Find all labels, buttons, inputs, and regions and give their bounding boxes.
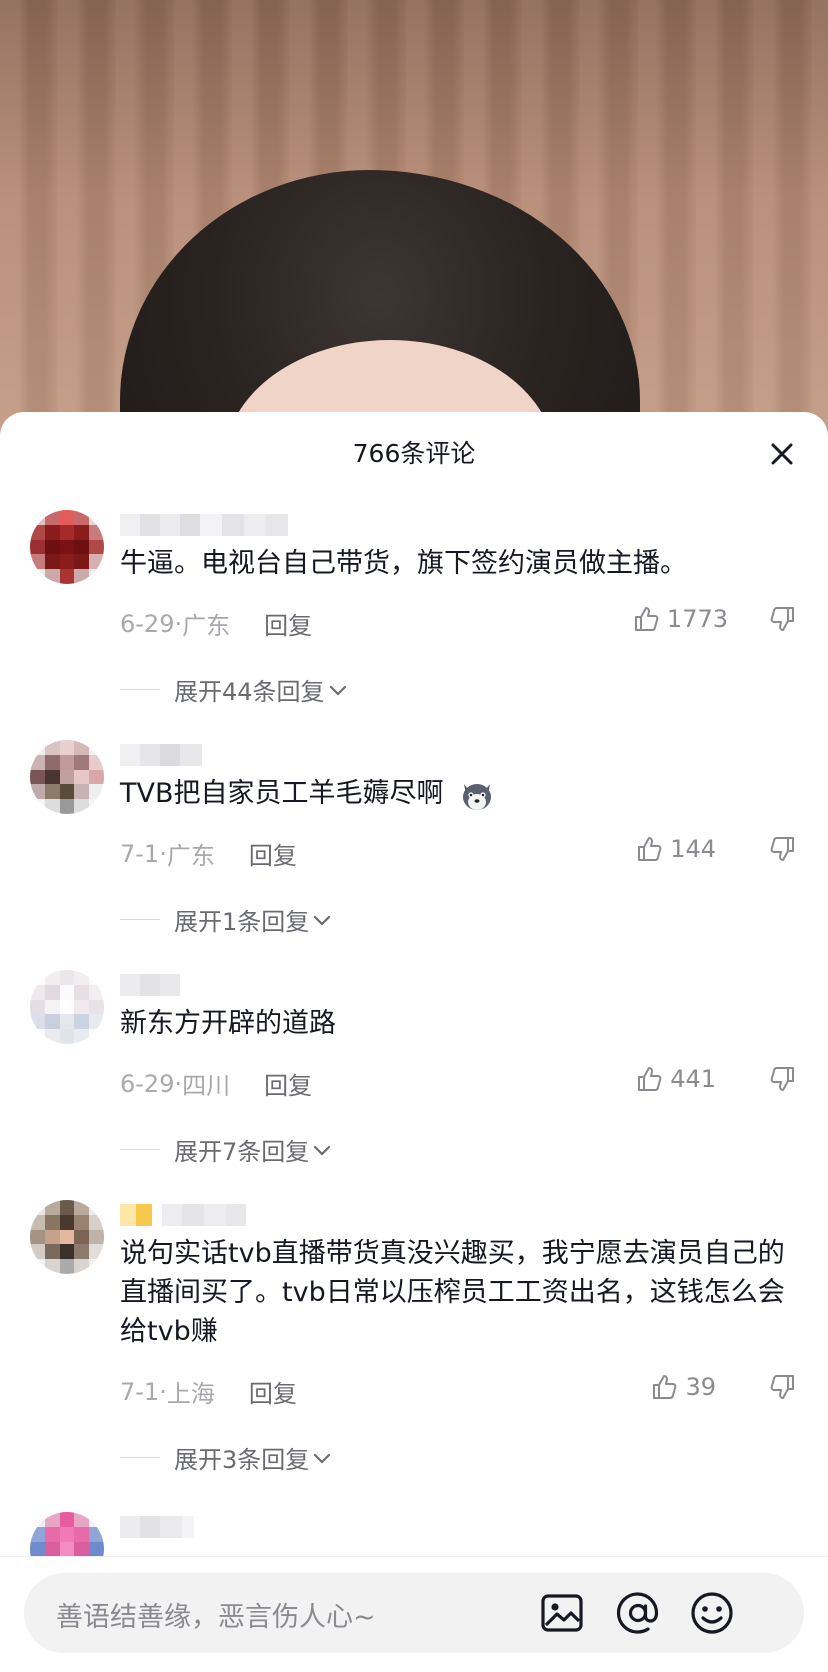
- reply-button[interactable]: 回复: [264, 606, 312, 641]
- image-button[interactable]: [538, 1589, 586, 1637]
- username-blurred[interactable]: [120, 1516, 194, 1538]
- username-blurred[interactable]: [120, 1204, 246, 1226]
- meta-separator: ·: [159, 1377, 167, 1406]
- mention-button[interactable]: [614, 1589, 662, 1637]
- comment-text: TVB把自家员工羊毛薅尽啊: [120, 774, 790, 814]
- like-count: 441: [670, 1065, 716, 1093]
- meta-separator: ·: [174, 1069, 183, 1098]
- like-count: 1773: [666, 605, 728, 633]
- dislike-icon: [770, 607, 794, 631]
- comment-date: 7-1: [120, 839, 160, 868]
- divider-line: [120, 1457, 160, 1458]
- like-icon: [634, 607, 659, 631]
- husky-emoji-icon: [458, 776, 496, 814]
- username-blurred[interactable]: [120, 744, 202, 766]
- avatar[interactable]: [30, 970, 104, 1044]
- chevron-down-icon: [329, 685, 346, 696]
- comment-text: 牛逼。电视台自己带货，旗下签约演员做主播。: [120, 548, 687, 579]
- chevron-down-icon: [314, 915, 331, 926]
- comment-location: 上海: [166, 1380, 215, 1408]
- reply-button[interactable]: 回复: [264, 1066, 312, 1101]
- expand-replies-button[interactable]: 展开7条回复: [120, 1132, 333, 1167]
- emoji-icon: [691, 1592, 733, 1634]
- like-button[interactable]: 39: [649, 1372, 716, 1402]
- sheet-header: 766条评论: [0, 412, 828, 492]
- meta-separator: ·: [159, 839, 167, 868]
- close-icon: [771, 443, 793, 465]
- comment-date: 6-29: [120, 1069, 175, 1098]
- chevron-down-icon: [314, 1453, 331, 1464]
- username-blurred[interactable]: [120, 974, 180, 996]
- comment-sheet: 766条评论 牛逼。电视台自己带货，旗下签约演员做主播。 6-29 · 广东 回…: [0, 412, 828, 1672]
- video-background[interactable]: [0, 0, 828, 590]
- comment-date: 7-1: [120, 1377, 160, 1406]
- dislike-icon: [770, 837, 794, 861]
- image-icon: [541, 1594, 583, 1632]
- like-count: 39: [685, 1373, 716, 1401]
- expand-replies-label: 展开44条回复: [174, 678, 325, 706]
- at-icon: [616, 1592, 659, 1634]
- comment-text-content: TVB把自家员工羊毛薅尽啊: [120, 778, 444, 809]
- comment-location: 四川: [182, 1072, 231, 1100]
- dislike-button[interactable]: [768, 834, 798, 868]
- expand-replies-button[interactable]: 展开1条回复: [120, 902, 333, 937]
- like-button[interactable]: 144: [634, 834, 716, 864]
- comment-meta: 7-1 · 广东 回复: [120, 836, 297, 871]
- comment-meta: 7-1 · 上海 回复: [120, 1374, 297, 1409]
- comment-input[interactable]: 善语结善缘，恶言伤人心~: [24, 1573, 804, 1653]
- comment-text: 新东方开辟的道路: [120, 1008, 336, 1039]
- expand-replies-label: 展开7条回复: [174, 1138, 310, 1166]
- expand-replies-label: 展开1条回复: [174, 908, 310, 936]
- comment-meta: 6-29 · 四川 回复: [120, 1066, 312, 1101]
- comment-text: 说句实话tvb直播带货真没兴趣买，我宁愿去演员自己的直播间买了。tvb日常以压榨…: [120, 1238, 785, 1347]
- dislike-icon: [770, 1067, 794, 1091]
- comment-location: 广东: [166, 842, 215, 870]
- dislike-button[interactable]: [768, 604, 798, 638]
- avatar[interactable]: [30, 510, 104, 584]
- comment-input-bar: 善语结善缘，恶言伤人心~: [0, 1556, 828, 1672]
- chevron-down-icon: [314, 1145, 331, 1156]
- dislike-button[interactable]: [768, 1372, 798, 1406]
- comment-location: 广东: [182, 612, 231, 640]
- like-button[interactable]: 441: [634, 1064, 716, 1094]
- comment-count-title: 766条评论: [352, 439, 476, 468]
- avatar[interactable]: [30, 1200, 104, 1274]
- reply-button[interactable]: 回复: [249, 1374, 297, 1409]
- expand-replies-button[interactable]: 展开3条回复: [120, 1440, 333, 1475]
- expand-replies-label: 展开3条回复: [174, 1446, 310, 1474]
- comment-meta: 6-29 · 广东 回复: [120, 606, 312, 641]
- close-button[interactable]: [764, 436, 800, 472]
- divider-line: [120, 689, 160, 690]
- divider-line: [120, 1149, 160, 1150]
- emoji-button[interactable]: [688, 1589, 736, 1637]
- meta-separator: ·: [174, 609, 183, 638]
- expand-replies-button[interactable]: 展开44条回复: [120, 672, 349, 707]
- like-icon: [638, 1067, 662, 1091]
- comment-input-placeholder: 善语结善缘，恶言伤人心~: [56, 1602, 376, 1633]
- like-button[interactable]: 1773: [631, 604, 728, 634]
- like-icon: [638, 837, 662, 861]
- comment-date: 6-29: [120, 609, 175, 638]
- username-blurred[interactable]: [120, 514, 288, 536]
- like-icon: [653, 1375, 677, 1399]
- reply-button[interactable]: 回复: [249, 836, 297, 871]
- dislike-icon: [770, 1375, 794, 1399]
- like-count: 144: [670, 835, 716, 863]
- avatar[interactable]: [30, 740, 104, 814]
- divider-line: [120, 919, 160, 920]
- dislike-button[interactable]: [768, 1064, 798, 1098]
